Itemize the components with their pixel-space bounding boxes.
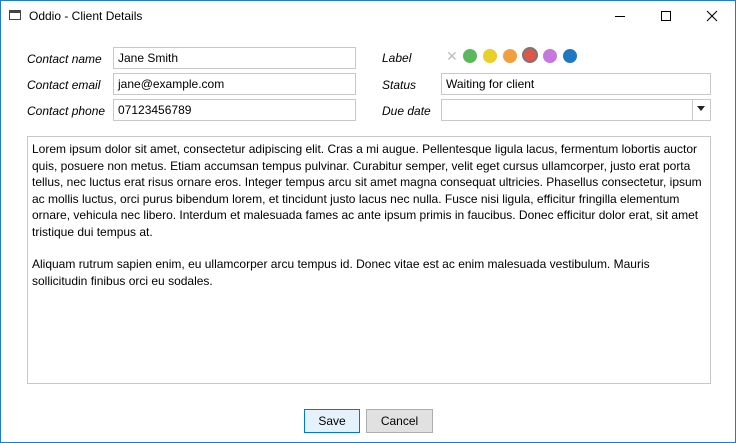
maximize-icon [661,11,671,21]
app-window-icon [9,10,21,20]
notes-textarea[interactable]: Lorem ipsum dolor sit amet, consectetur … [27,136,711,384]
label-green-swatch[interactable] [463,49,477,63]
notes-paragraph-2: Aliquam rutrum sapien enim, eu ullamcorp… [32,257,650,288]
contact-phone-field[interactable]: 07123456789 [113,99,356,121]
contact-name-field[interactable]: Jane Smith [113,47,356,69]
client-details-window: Oddio - Client Details Contact name Jane… [0,0,736,443]
minimize-icon [615,16,625,17]
contact-email-label: Contact email [27,78,101,92]
status-field[interactable]: Waiting for client [441,73,711,95]
label-orange-swatch[interactable] [503,49,517,63]
label-blue-swatch[interactable] [563,49,577,63]
label-label: Label [382,51,412,65]
status-label: Status [382,78,417,92]
title-bar[interactable]: Oddio - Client Details [1,1,735,31]
contact-name-label: Contact name [27,52,102,66]
clear-label-icon[interactable]: ✕ [446,48,458,64]
due-date-label: Due date [382,104,431,118]
label-yellow-swatch[interactable] [483,49,497,63]
label-purple-swatch[interactable] [543,49,557,63]
contact-email-field[interactable]: jane@example.com [113,73,356,95]
due-date-dropdown[interactable] [441,99,711,121]
contact-phone-label: Contact phone [27,104,106,118]
cancel-button[interactable]: Cancel [366,409,433,433]
window-title: Oddio - Client Details [29,9,143,23]
due-date-dropdown-button[interactable] [692,100,710,120]
save-button[interactable]: Save [304,409,360,433]
maximize-button[interactable] [643,1,689,31]
close-icon [706,10,718,22]
chevron-down-icon [697,106,705,111]
minimize-button[interactable] [597,1,643,31]
label-red-swatch[interactable] [522,47,538,63]
notes-paragraph-1: Lorem ipsum dolor sit amet, consectetur … [32,142,702,239]
close-button[interactable] [689,1,735,31]
